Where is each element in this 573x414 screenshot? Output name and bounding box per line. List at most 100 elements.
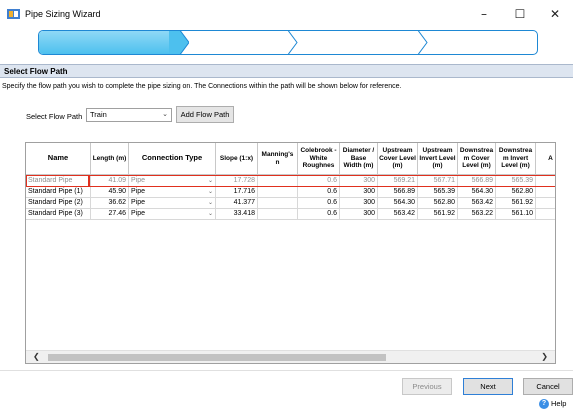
table-cell[interactable]: 17.716 [216,187,258,198]
previous-button[interactable]: Previous [402,378,452,395]
table-cell[interactable] [258,176,298,187]
table-cell[interactable] [258,198,298,209]
table-cell[interactable]: 561.10 [496,209,536,220]
cancel-button[interactable]: Cancel [523,378,573,395]
column-header[interactable]: Upstream Invert Level (m) [418,143,458,175]
table-row[interactable]: Standard Pipe (3) 27.46 Pipe ⌄ 33.418 0.6 300 5… [26,209,555,220]
table-cell[interactable]: 0.6 [298,209,340,220]
cell-value: Standard Pipe (3) [28,210,83,217]
table-cell[interactable]: 564.30 [458,187,496,198]
table-cell[interactable] [258,187,298,198]
column-header[interactable]: Diameter / Base Width (m) [340,143,378,175]
table-cell[interactable]: 563.42 [378,209,418,220]
wizard-stepper [38,30,538,55]
table-cell[interactable]: 33.418 [216,209,258,220]
table-cell[interactable]: 567.71 [418,176,458,187]
table-header: Name Length (m) Connection Type Slope (1:x)… [26,143,555,175]
table-cell[interactable]: 36.62 [91,198,129,209]
table-cell[interactable] [536,209,555,220]
table-cell[interactable]: 300 [340,198,378,209]
table-cell[interactable]: 562.80 [496,187,536,198]
chevron-down-icon[interactable]: ⌄ [208,187,213,197]
table-cell[interactable]: Pipe ⌄ [129,198,216,209]
table-cell[interactable] [258,209,298,220]
column-header[interactable]: Slope (1:x) [216,143,258,175]
column-header[interactable]: Connection Type [129,143,216,175]
column-header[interactable]: Upstream Cover Level (m) [378,143,418,175]
cell-value: 569.21 [393,177,415,184]
table-cell[interactable]: 27.46 [91,209,129,220]
chevron-down-icon[interactable]: ⌄ [208,209,213,219]
table-cell[interactable]: 0.6 [298,176,340,187]
table-cell[interactable]: 300 [340,187,378,198]
column-header[interactable]: Length (m) [91,143,129,175]
table-cell[interactable]: Standard Pipe (2) [26,198,91,209]
table-cell[interactable]: Pipe ⌄ [129,209,216,220]
scroll-right-icon[interactable]: ❯ [541,352,548,361]
table-cell[interactable]: 569.21 [378,176,418,187]
table-cell[interactable]: Standard Pipe (1) [26,187,91,198]
table-cell[interactable]: 561.92 [418,209,458,220]
table-cell[interactable]: Standard Pipe [26,176,91,187]
table-row[interactable]: Standard Pipe (1) 45.90 Pipe ⌄ 17.716 0.6 300 5… [26,187,555,198]
table-cell[interactable]: 0.6 [298,198,340,209]
flow-path-select[interactable]: Train ⌄ [86,108,172,122]
table-cell[interactable]: 562.80 [418,198,458,209]
table-cell[interactable]: 17.728 [216,176,258,187]
column-header[interactable]: Name [26,143,91,175]
scroll-left-icon[interactable]: ❮ [33,352,40,361]
cell-value: 300 [363,210,375,217]
table-cell[interactable]: Pipe ⌄ [129,187,216,198]
column-header[interactable]: Colebrook -White Roughnes [298,143,340,175]
table-cell[interactable] [536,176,555,187]
chevron-down-icon[interactable]: ⌄ [208,176,213,186]
table-cell[interactable]: 45.90 [91,187,129,198]
table-cell[interactable]: 300 [340,176,378,187]
column-header[interactable]: A [536,143,555,175]
table-cell[interactable]: 564.30 [378,198,418,209]
help-icon[interactable]: ? [539,399,549,409]
cell-value: 300 [363,199,375,206]
cell-value: 45.90 [108,188,126,195]
table-cell[interactable] [536,198,555,209]
table-cell[interactable]: 565.39 [418,187,458,198]
cell-value: 566.89 [393,188,415,195]
close-button[interactable]: ✕ [537,2,573,26]
cell-value: 17.716 [233,188,255,195]
table-cell[interactable]: 41.09 [91,176,129,187]
table-row[interactable]: Standard Pipe 41.09 Pipe ⌄ 17.728 0.6 300 569.2… [26,176,555,187]
window-title: Pipe Sizing Wizard [25,9,101,19]
table-cell[interactable]: 563.42 [458,198,496,209]
add-flow-path-button[interactable]: Add Flow Path [176,106,234,123]
column-header[interactable]: Manning's n [258,143,298,175]
scroll-thumb[interactable] [48,354,386,361]
cell-value: 27.46 [108,210,126,217]
table-cell[interactable] [536,187,555,198]
next-button[interactable]: Next [463,378,513,395]
table-cell[interactable]: 561.92 [496,198,536,209]
table-cell[interactable]: 300 [340,209,378,220]
table-row[interactable]: Standard Pipe (2) 36.62 Pipe ⌄ 41.377 0.6 300 5… [26,198,555,209]
column-header[interactable]: Downstrea m Cover Level (m) [458,143,496,175]
minimize-button[interactable]: – [466,2,502,26]
table-cell[interactable]: 566.89 [458,176,496,187]
cell-value: 33.418 [233,210,255,217]
cell-value: Standard Pipe [28,177,73,184]
table-cell[interactable]: 565.39 [496,176,536,187]
connections-table: Name Length (m) Connection Type Slope (1:x)… [25,142,556,364]
table-cell[interactable]: 566.89 [378,187,418,198]
table-cell[interactable]: 563.22 [458,209,496,220]
table-cell[interactable]: 0.6 [298,187,340,198]
cell-value: 36.62 [108,199,126,206]
table-cell[interactable]: 41.377 [216,198,258,209]
cell-value: 562.80 [433,199,455,206]
maximize-button[interactable]: ☐ [502,2,538,26]
cell-value: Standard Pipe (2) [28,199,83,206]
step-1-active [39,31,179,54]
table-cell[interactable]: Pipe ⌄ [129,176,216,187]
help-link[interactable]: Help [551,399,566,408]
horizontal-scrollbar[interactable]: ❮ ❯ [26,350,555,363]
chevron-down-icon[interactable]: ⌄ [208,198,213,208]
table-cell[interactable]: Standard Pipe (3) [26,209,91,220]
column-header[interactable]: Downstrea m Invert Level (m) [496,143,536,175]
